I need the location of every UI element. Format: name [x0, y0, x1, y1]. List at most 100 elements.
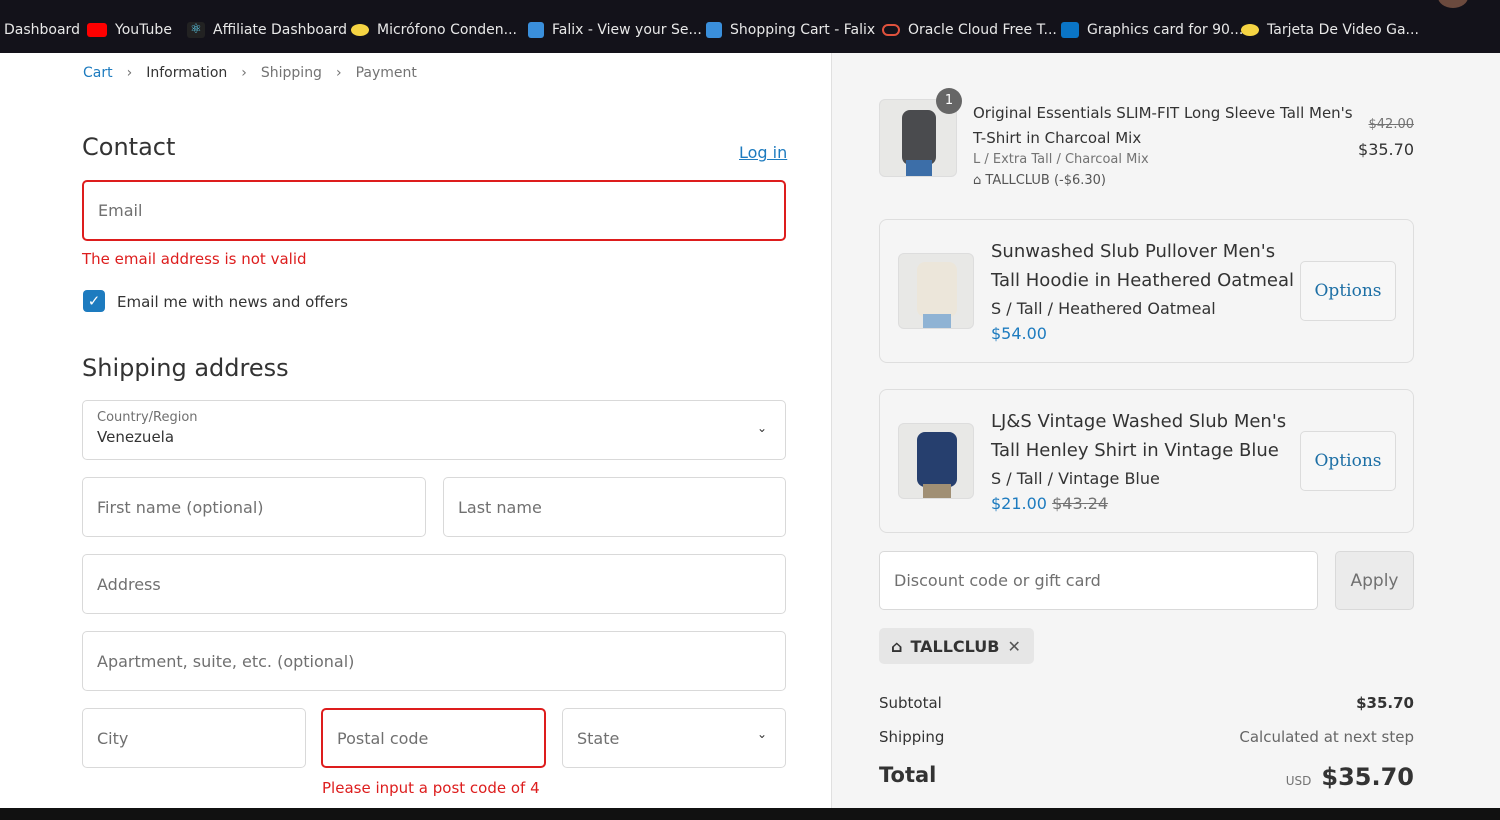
- shipping-heading: Shipping address: [82, 354, 289, 382]
- breadcrumb-payment: Payment: [355, 65, 417, 81]
- bookmark-label: Falix - View your Se...: [552, 22, 702, 38]
- email-placeholder: Email: [98, 201, 143, 220]
- contact-heading: Contact: [82, 133, 176, 161]
- falix-icon: [706, 22, 722, 38]
- bookmark-dashboard[interactable]: Dashboard: [4, 22, 80, 38]
- profile-avatar[interactable]: [1438, 0, 1468, 8]
- address-input[interactable]: Address: [82, 554, 786, 614]
- mercadolibre-icon: [1241, 24, 1259, 36]
- newsletter-checkbox[interactable]: ✓: [83, 290, 105, 312]
- item-variant: L / Extra Tall / Charcoal Mix: [973, 152, 1149, 167]
- tag-icon: ⌂: [973, 173, 982, 188]
- discount-tag: ⌂ TALLCLUB ✕: [879, 628, 1034, 664]
- falix-icon: [528, 22, 544, 38]
- upsell-old-price: $43.24: [1052, 494, 1109, 513]
- bookmarks-bar: Dashboard YouTube ⚛ Affiliate Dashboard M…: [0, 0, 1500, 53]
- breadcrumb-shipping: Shipping: [260, 65, 322, 81]
- country-select[interactable]: Country/Region Venezuela ⌄: [82, 400, 786, 460]
- item-title: Original Essentials SLIM-FIT Long Sleeve…: [973, 101, 1353, 151]
- discount-code: TALLCLUB: [910, 636, 1000, 656]
- newsletter-label: Email me with news and offers: [117, 293, 348, 311]
- bookmark-falix-2[interactable]: Shopping Cart - Falix: [706, 22, 875, 38]
- state-placeholder: State: [577, 728, 620, 748]
- upsell-variant: S / Tall / Heathered Oatmeal: [991, 299, 1216, 318]
- upsell-price: $21.00: [991, 494, 1047, 513]
- item-title-line2: T-Shirt in Charcoal Mix: [973, 129, 1142, 147]
- checkout-form: Cart › Information › Shipping › Payment Con…: [0, 53, 831, 808]
- react-icon: ⚛: [187, 22, 205, 38]
- postal-placeholder: Postal code: [337, 728, 429, 748]
- upsell-title: LJ&S Vintage Washed Slub Men's Tall Henle…: [991, 407, 1286, 465]
- youtube-icon: [87, 23, 107, 37]
- upsell-title-line2: Tall Hoodie in Heathered Oatmeal: [991, 270, 1294, 291]
- bookmark-youtube[interactable]: YouTube: [87, 22, 172, 38]
- breadcrumb-cart[interactable]: Cart: [83, 65, 113, 81]
- shipping-value: Calculated at next step: [1239, 728, 1414, 746]
- bookmark-label: Tarjeta De Video Ga...: [1267, 22, 1419, 38]
- bookmark-label: Dashboard: [4, 22, 80, 38]
- upsell-card: LJ&S Vintage Washed Slub Men's Tall Henle…: [879, 389, 1414, 533]
- upsell-title-line2: Tall Henley Shirt in Vintage Blue: [991, 440, 1279, 461]
- upsell-title-line1: LJ&S Vintage Washed Slub Men's: [991, 411, 1287, 432]
- bookmark-label: Micrófono Conden...: [377, 22, 517, 38]
- country-value: Venezuela: [97, 428, 175, 446]
- first-name-input[interactable]: First name (optional): [82, 477, 426, 537]
- chevron-right-icon: ›: [335, 65, 342, 81]
- chevron-down-icon: ⌄: [756, 727, 767, 741]
- total-row: USD $35.70: [1286, 763, 1414, 791]
- oracle-icon: [882, 24, 900, 36]
- quantity-badge: 1: [936, 88, 962, 114]
- taskbar: [0, 808, 1500, 820]
- total-label: Total: [879, 763, 937, 787]
- postal-error: Please input a post code of 4: [322, 779, 540, 797]
- tag-icon: ⌂: [891, 636, 903, 656]
- bookmark-label: YouTube: [115, 22, 172, 38]
- apartment-input[interactable]: Apartment, suite, etc. (optional): [82, 631, 786, 691]
- upsell-image: [898, 253, 974, 329]
- bookmark-microfono[interactable]: Micrófono Conden...: [351, 22, 517, 38]
- email-input[interactable]: Email: [82, 180, 786, 241]
- upsell-title-line1: Sunwashed Slub Pullover Men's: [991, 241, 1276, 262]
- state-select[interactable]: State ⌄: [562, 708, 786, 768]
- bookmark-falix-1[interactable]: Falix - View your Se...: [528, 22, 702, 38]
- city-placeholder: City: [97, 728, 129, 748]
- remove-discount-icon[interactable]: ✕: [1007, 637, 1020, 656]
- item-discount-text: TALLCLUB (-$6.30): [985, 173, 1107, 188]
- address-placeholder: Address: [97, 574, 161, 594]
- bookmark-tarjeta[interactable]: Tarjeta De Video Ga...: [1241, 22, 1419, 38]
- login-link[interactable]: Log in: [739, 143, 787, 162]
- upsell-card: Sunwashed Slub Pullover Men's Tall Hoodie…: [879, 219, 1414, 363]
- options-button[interactable]: Options: [1300, 431, 1396, 491]
- subtotal-value: $35.70: [1356, 694, 1414, 712]
- chevron-right-icon: ›: [126, 65, 133, 81]
- subtotal-label: Subtotal: [879, 694, 942, 712]
- bookmark-label: Affiliate Dashboard: [213, 22, 347, 38]
- upsell-title: Sunwashed Slub Pullover Men's Tall Hoodie…: [991, 237, 1294, 295]
- upsell-price: $54.00: [991, 324, 1047, 343]
- postal-code-input[interactable]: Postal code: [321, 708, 546, 768]
- upsell-variant: S / Tall / Vintage Blue: [991, 469, 1160, 488]
- apply-button[interactable]: Apply: [1335, 551, 1414, 610]
- discount-placeholder: Discount code or gift card: [894, 571, 1101, 590]
- apartment-placeholder: Apartment, suite, etc. (optional): [97, 651, 355, 671]
- order-summary: 1 Original Essentials SLIM-FIT Long Slee…: [831, 53, 1500, 808]
- bookmark-dell[interactable]: Graphics card for 90...: [1061, 22, 1243, 38]
- bookmark-oracle[interactable]: Oracle Cloud Free T...: [882, 22, 1057, 38]
- discount-input[interactable]: Discount code or gift card: [879, 551, 1318, 610]
- breadcrumb: Cart › Information › Shipping › Payment: [83, 65, 417, 81]
- email-error: The email address is not valid: [82, 250, 307, 268]
- country-label: Country/Region: [97, 410, 198, 425]
- chevron-down-icon: ⌄: [756, 421, 767, 435]
- options-button[interactable]: Options: [1300, 261, 1396, 321]
- last-name-input[interactable]: Last name: [443, 477, 786, 537]
- chevron-right-icon: ›: [241, 65, 247, 81]
- bookmark-label: Graphics card for 90...: [1087, 22, 1244, 38]
- bookmark-label: Shopping Cart - Falix: [730, 22, 876, 38]
- last-name-placeholder: Last name: [458, 497, 542, 517]
- bookmark-affiliate[interactable]: ⚛ Affiliate Dashboard: [187, 22, 347, 38]
- city-input[interactable]: City: [82, 708, 306, 768]
- mercadolibre-icon: [351, 24, 369, 36]
- bookmark-label: Oracle Cloud Free T...: [908, 22, 1057, 38]
- dell-icon: [1061, 22, 1079, 38]
- upsell-image: [898, 423, 974, 499]
